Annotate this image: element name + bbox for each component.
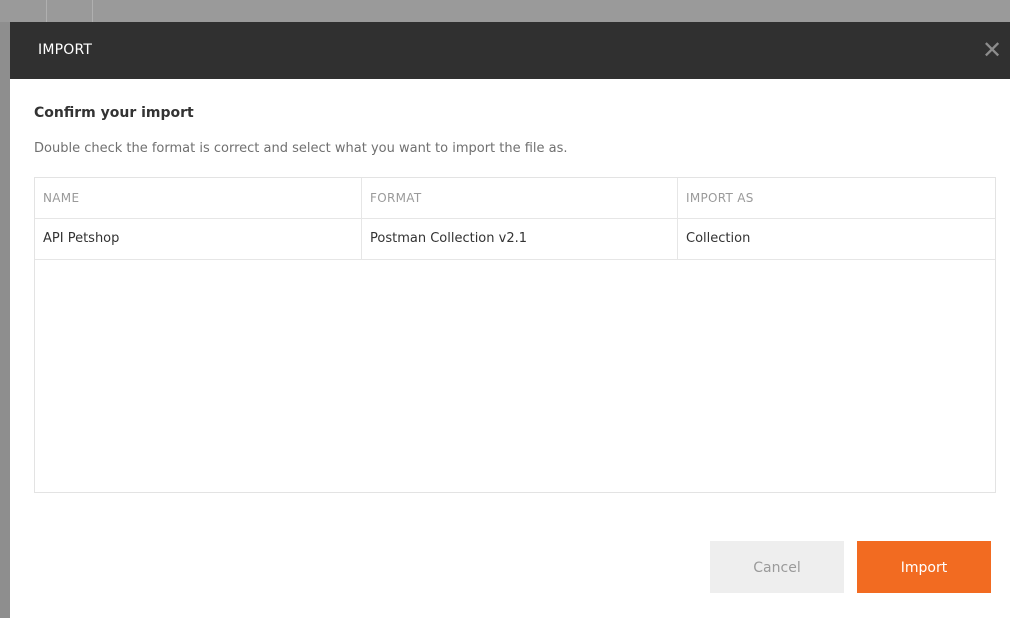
- background-left-edge: [0, 22, 10, 618]
- background-toolbar-strip: [0, 0, 1010, 22]
- cell-name: API Petshop: [35, 219, 362, 259]
- import-dialog: IMPORT ✕ Confirm your import Double chec…: [10, 22, 1010, 618]
- dialog-header: IMPORT ✕: [10, 22, 1010, 79]
- column-header-import-as: IMPORT AS: [686, 191, 754, 205]
- cancel-button[interactable]: Cancel: [710, 541, 844, 593]
- cell-import-as[interactable]: Collection: [678, 219, 995, 259]
- import-table: NAME FORMAT IMPORT AS API Petshop Postma…: [34, 177, 996, 493]
- table-header-row: NAME FORMAT IMPORT AS: [35, 178, 995, 219]
- background-divider: [46, 0, 47, 22]
- dialog-title: IMPORT: [38, 42, 93, 58]
- column-header-name: NAME: [35, 178, 362, 218]
- column-header-format: FORMAT: [362, 178, 678, 218]
- table-row[interactable]: API Petshop Postman Collection v2.1 Coll…: [35, 219, 995, 260]
- close-icon[interactable]: ✕: [974, 22, 1010, 79]
- import-button[interactable]: Import: [857, 541, 991, 593]
- background-divider: [92, 0, 93, 22]
- confirm-description: Double check the format is correct and s…: [34, 141, 568, 156]
- cell-format: Postman Collection v2.1: [362, 219, 678, 259]
- confirm-heading: Confirm your import: [34, 105, 194, 121]
